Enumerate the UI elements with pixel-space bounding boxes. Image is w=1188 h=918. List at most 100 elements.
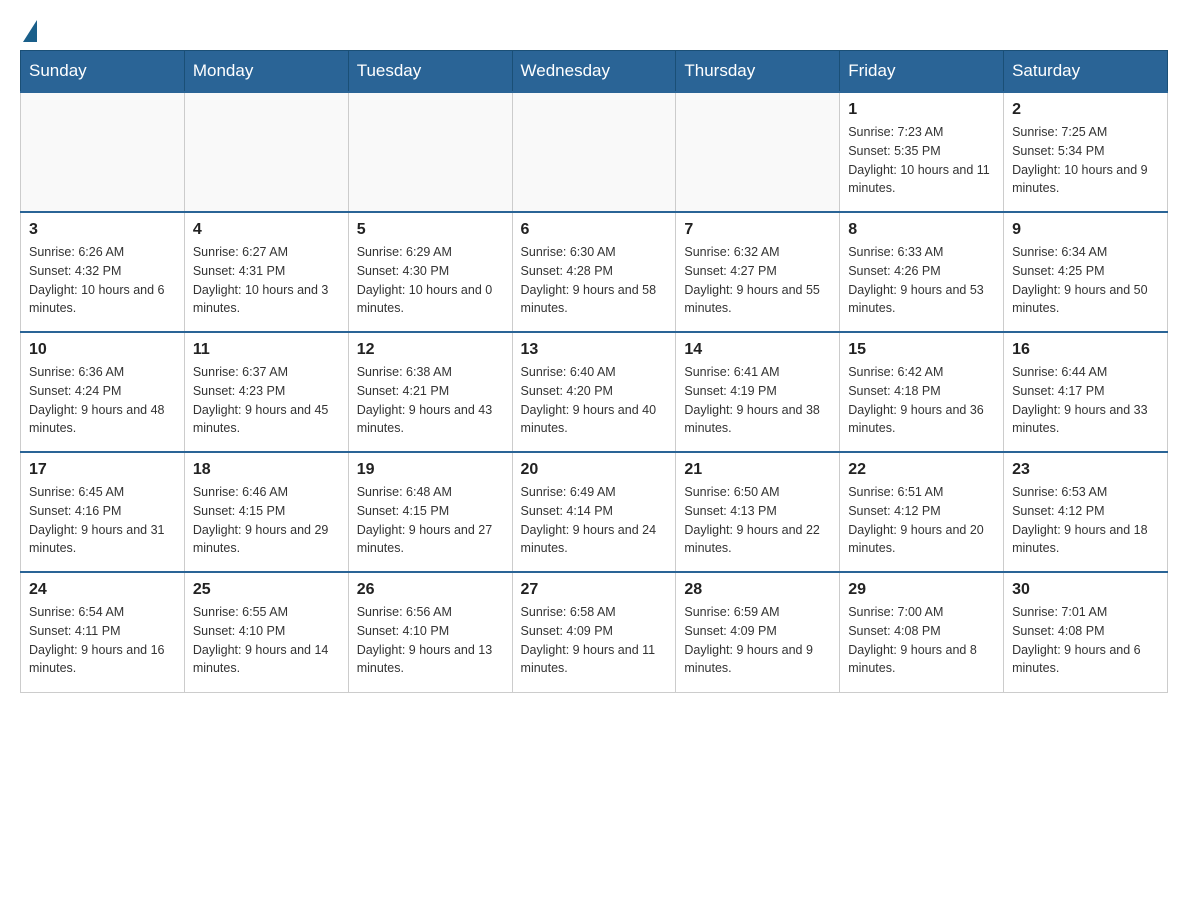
calendar-cell: 22 Sunrise: 6:51 AM Sunset: 4:12 PM Dayli… [840, 452, 1004, 572]
calendar-cell: 29 Sunrise: 7:00 AM Sunset: 4:08 PM Dayli… [840, 572, 1004, 692]
calendar-cell: 3 Sunrise: 6:26 AM Sunset: 4:32 PM Daylig… [21, 212, 185, 332]
day-info: Sunrise: 7:00 AM Sunset: 4:08 PM Dayligh… [848, 603, 995, 678]
day-info: Sunrise: 6:32 AM Sunset: 4:27 PM Dayligh… [684, 243, 831, 318]
weekday-header-tuesday: Tuesday [348, 51, 512, 93]
calendar-cell: 14 Sunrise: 6:41 AM Sunset: 4:19 PM Dayli… [676, 332, 840, 452]
week-row-5: 24 Sunrise: 6:54 AM Sunset: 4:11 PM Dayli… [21, 572, 1168, 692]
day-number: 4 [193, 221, 340, 239]
day-info: Sunrise: 6:53 AM Sunset: 4:12 PM Dayligh… [1012, 483, 1159, 558]
calendar-cell [512, 92, 676, 212]
day-number: 5 [357, 221, 504, 239]
calendar-cell: 13 Sunrise: 6:40 AM Sunset: 4:20 PM Dayli… [512, 332, 676, 452]
day-info: Sunrise: 6:42 AM Sunset: 4:18 PM Dayligh… [848, 363, 995, 438]
day-number: 14 [684, 341, 831, 359]
day-info: Sunrise: 6:34 AM Sunset: 4:25 PM Dayligh… [1012, 243, 1159, 318]
calendar-cell [184, 92, 348, 212]
calendar-cell: 23 Sunrise: 6:53 AM Sunset: 4:12 PM Dayli… [1004, 452, 1168, 572]
logo [20, 20, 37, 38]
calendar-cell: 15 Sunrise: 6:42 AM Sunset: 4:18 PM Dayli… [840, 332, 1004, 452]
day-info: Sunrise: 7:23 AM Sunset: 5:35 PM Dayligh… [848, 123, 995, 198]
day-info: Sunrise: 6:54 AM Sunset: 4:11 PM Dayligh… [29, 603, 176, 678]
day-number: 9 [1012, 221, 1159, 239]
calendar-cell [676, 92, 840, 212]
calendar-cell: 16 Sunrise: 6:44 AM Sunset: 4:17 PM Dayli… [1004, 332, 1168, 452]
day-number: 30 [1012, 581, 1159, 599]
day-info: Sunrise: 6:37 AM Sunset: 4:23 PM Dayligh… [193, 363, 340, 438]
day-number: 3 [29, 221, 176, 239]
day-info: Sunrise: 7:01 AM Sunset: 4:08 PM Dayligh… [1012, 603, 1159, 678]
day-number: 10 [29, 341, 176, 359]
weekday-header-thursday: Thursday [676, 51, 840, 93]
calendar-cell: 21 Sunrise: 6:50 AM Sunset: 4:13 PM Dayli… [676, 452, 840, 572]
day-info: Sunrise: 6:48 AM Sunset: 4:15 PM Dayligh… [357, 483, 504, 558]
day-number: 15 [848, 341, 995, 359]
day-info: Sunrise: 6:26 AM Sunset: 4:32 PM Dayligh… [29, 243, 176, 318]
logo-triangle-icon [23, 20, 37, 42]
calendar-cell: 28Sunrise: 6:59 AM Sunset: 4:09 PM Dayli… [676, 572, 840, 692]
day-info: Sunrise: 6:30 AM Sunset: 4:28 PM Dayligh… [521, 243, 668, 318]
day-number: 20 [521, 461, 668, 479]
calendar-cell: 25 Sunrise: 6:55 AM Sunset: 4:10 PM Dayli… [184, 572, 348, 692]
calendar-cell: 11Sunrise: 6:37 AM Sunset: 4:23 PM Dayli… [184, 332, 348, 452]
day-number: 13 [521, 341, 668, 359]
day-info: Sunrise: 6:51 AM Sunset: 4:12 PM Dayligh… [848, 483, 995, 558]
day-info: Sunrise: 6:46 AM Sunset: 4:15 PM Dayligh… [193, 483, 340, 558]
week-row-1: 1 Sunrise: 7:23 AM Sunset: 5:35 PM Daylig… [21, 92, 1168, 212]
day-info: Sunrise: 6:58 AM Sunset: 4:09 PM Dayligh… [521, 603, 668, 678]
day-info: Sunrise: 6:45 AM Sunset: 4:16 PM Dayligh… [29, 483, 176, 558]
weekday-header-wednesday: Wednesday [512, 51, 676, 93]
day-number: 22 [848, 461, 995, 479]
day-info: Sunrise: 6:36 AM Sunset: 4:24 PM Dayligh… [29, 363, 176, 438]
day-info: Sunrise: 6:55 AM Sunset: 4:10 PM Dayligh… [193, 603, 340, 678]
day-number: 16 [1012, 341, 1159, 359]
calendar-cell: 8Sunrise: 6:33 AM Sunset: 4:26 PM Daylig… [840, 212, 1004, 332]
day-info: Sunrise: 6:44 AM Sunset: 4:17 PM Dayligh… [1012, 363, 1159, 438]
weekday-header-row: SundayMondayTuesdayWednesdayThursdayFrid… [21, 51, 1168, 93]
day-info: Sunrise: 6:40 AM Sunset: 4:20 PM Dayligh… [521, 363, 668, 438]
day-info: Sunrise: 6:38 AM Sunset: 4:21 PM Dayligh… [357, 363, 504, 438]
calendar-cell: 18 Sunrise: 6:46 AM Sunset: 4:15 PM Dayli… [184, 452, 348, 572]
calendar-cell: 10 Sunrise: 6:36 AM Sunset: 4:24 PM Dayli… [21, 332, 185, 452]
calendar-cell: 5 Sunrise: 6:29 AM Sunset: 4:30 PM Daylig… [348, 212, 512, 332]
day-number: 12 [357, 341, 504, 359]
calendar-cell: 30 Sunrise: 7:01 AM Sunset: 4:08 PM Dayli… [1004, 572, 1168, 692]
calendar-cell [348, 92, 512, 212]
day-number: 7 [684, 221, 831, 239]
day-info: Sunrise: 6:49 AM Sunset: 4:14 PM Dayligh… [521, 483, 668, 558]
day-number: 6 [521, 221, 668, 239]
week-row-2: 3 Sunrise: 6:26 AM Sunset: 4:32 PM Daylig… [21, 212, 1168, 332]
week-row-3: 10 Sunrise: 6:36 AM Sunset: 4:24 PM Dayli… [21, 332, 1168, 452]
day-number: 23 [1012, 461, 1159, 479]
calendar-cell: 27Sunrise: 6:58 AM Sunset: 4:09 PM Dayli… [512, 572, 676, 692]
day-info: Sunrise: 6:41 AM Sunset: 4:19 PM Dayligh… [684, 363, 831, 438]
weekday-header-friday: Friday [840, 51, 1004, 93]
calendar-cell [21, 92, 185, 212]
day-info: Sunrise: 6:59 AM Sunset: 4:09 PM Dayligh… [684, 603, 831, 678]
calendar-cell: 2 Sunrise: 7:25 AM Sunset: 5:34 PM Daylig… [1004, 92, 1168, 212]
day-number: 25 [193, 581, 340, 599]
day-info: Sunrise: 6:29 AM Sunset: 4:30 PM Dayligh… [357, 243, 504, 318]
day-info: Sunrise: 6:33 AM Sunset: 4:26 PM Dayligh… [848, 243, 995, 318]
page-header [20, 20, 1168, 38]
day-info: Sunrise: 6:27 AM Sunset: 4:31 PM Dayligh… [193, 243, 340, 318]
day-number: 19 [357, 461, 504, 479]
calendar-cell: 1 Sunrise: 7:23 AM Sunset: 5:35 PM Daylig… [840, 92, 1004, 212]
day-number: 24 [29, 581, 176, 599]
day-number: 2 [1012, 101, 1159, 119]
day-number: 1 [848, 101, 995, 119]
calendar-cell: 20 Sunrise: 6:49 AM Sunset: 4:14 PM Dayli… [512, 452, 676, 572]
day-info: Sunrise: 7:25 AM Sunset: 5:34 PM Dayligh… [1012, 123, 1159, 198]
calendar-cell: 9 Sunrise: 6:34 AM Sunset: 4:25 PM Daylig… [1004, 212, 1168, 332]
day-info: Sunrise: 6:50 AM Sunset: 4:13 PM Dayligh… [684, 483, 831, 558]
day-number: 21 [684, 461, 831, 479]
weekday-header-monday: Monday [184, 51, 348, 93]
day-number: 17 [29, 461, 176, 479]
day-number: 18 [193, 461, 340, 479]
weekday-header-saturday: Saturday [1004, 51, 1168, 93]
calendar-cell: 4 Sunrise: 6:27 AM Sunset: 4:31 PM Daylig… [184, 212, 348, 332]
calendar-cell: 17 Sunrise: 6:45 AM Sunset: 4:16 PM Dayli… [21, 452, 185, 572]
calendar-cell: 12 Sunrise: 6:38 AM Sunset: 4:21 PM Dayli… [348, 332, 512, 452]
day-info: Sunrise: 6:56 AM Sunset: 4:10 PM Dayligh… [357, 603, 504, 678]
calendar-cell: 24 Sunrise: 6:54 AM Sunset: 4:11 PM Dayli… [21, 572, 185, 692]
day-number: 29 [848, 581, 995, 599]
